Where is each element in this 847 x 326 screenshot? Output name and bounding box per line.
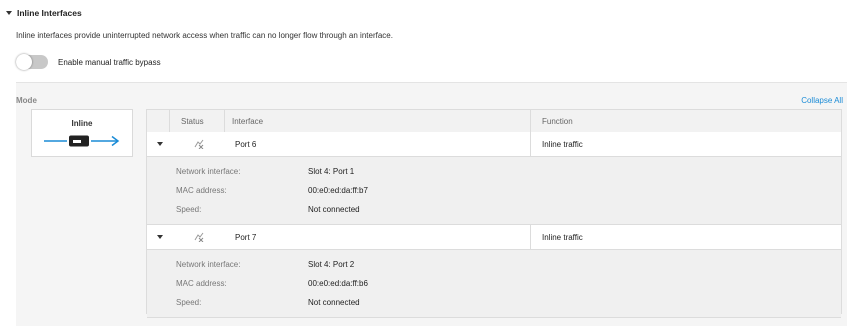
col-separator (224, 110, 225, 132)
inline-device-icon (44, 135, 120, 147)
row-interface: Port 7 (235, 233, 257, 242)
detail-mac: 00:e0:ed:da:ff:b7 (308, 186, 368, 195)
disconnected-link-icon (194, 139, 204, 149)
detail-label-network-interface: Network interface: (176, 167, 241, 176)
row-expand-caret-icon[interactable] (157, 142, 163, 146)
section-description: Inline interfaces provide uninterrupted … (16, 31, 393, 40)
disconnected-link-icon (194, 232, 204, 242)
col-separator (530, 132, 531, 156)
collapse-caret-icon (6, 11, 12, 15)
col-separator (530, 225, 531, 249)
detail-speed: Not connected (308, 298, 360, 307)
detail-label-network-interface: Network interface: (176, 260, 241, 269)
table-row[interactable]: Port 7 Inline traffic (147, 225, 841, 250)
row-function: Inline traffic (542, 233, 583, 242)
table-row[interactable]: Port 6 Inline traffic (147, 132, 841, 157)
detail-mac: 00:e0:ed:da:ff:b6 (308, 279, 368, 288)
header-interface: Interface (232, 117, 264, 126)
row-interface: Port 6 (235, 140, 257, 149)
header-function: Function (542, 117, 573, 126)
detail-label-mac: MAC address: (176, 279, 227, 288)
toggle-knob (16, 54, 32, 70)
row-function: Inline traffic (542, 140, 583, 149)
col-separator (530, 110, 531, 132)
bypass-toggle-label: Enable manual traffic bypass (58, 57, 161, 67)
bypass-toggle[interactable] (16, 54, 48, 70)
detail-network-interface: Slot 4: Port 1 (308, 167, 355, 176)
detail-network-interface: Slot 4: Port 2 (308, 260, 355, 269)
mode-card-title: Inline (71, 119, 93, 128)
collapse-all-link[interactable]: Collapse All (801, 96, 843, 105)
mode-label: Mode (16, 96, 37, 105)
section-title: Inline Interfaces (17, 8, 82, 18)
header-status: Status (181, 117, 204, 126)
row-details: Network interface: Slot 4: Port 1 MAC ad… (147, 157, 841, 225)
mode-card-inline[interactable]: Inline (31, 109, 133, 157)
detail-label-speed: Speed: (176, 298, 202, 307)
detail-speed: Not connected (308, 205, 360, 214)
row-details: Network interface: Slot 4: Port 2 MAC ad… (147, 250, 841, 318)
bypass-toggle-row: Enable manual traffic bypass (16, 54, 161, 70)
col-separator (169, 110, 170, 132)
table-header: Status Interface Function (147, 110, 841, 133)
section-header-inline-interfaces[interactable]: Inline Interfaces (6, 6, 82, 20)
row-expand-caret-icon[interactable] (157, 235, 163, 239)
interfaces-table: Status Interface Function Port 6 Inline … (146, 109, 842, 318)
detail-label-speed: Speed: (176, 205, 202, 214)
detail-label-mac: MAC address: (176, 186, 227, 195)
